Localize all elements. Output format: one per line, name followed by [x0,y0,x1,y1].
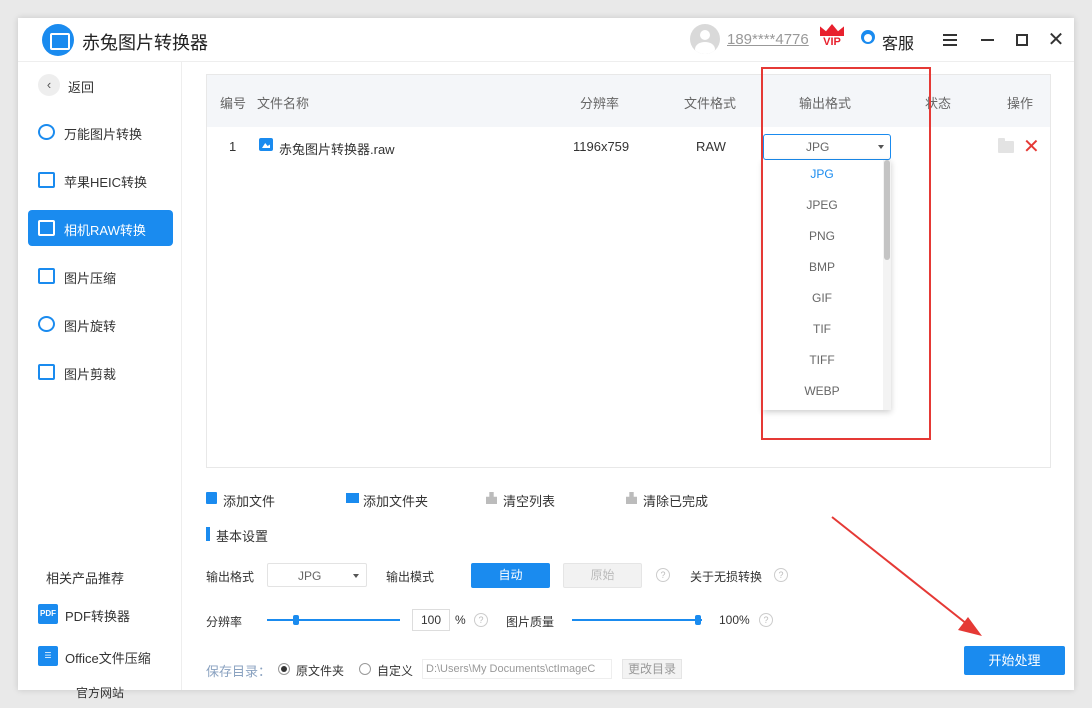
resolution-slider-thumb[interactable] [293,615,299,625]
sidebar-item-label: 图片旋转 [64,319,117,334]
col-format: 文件格式 [684,96,737,111]
customer-service-button[interactable]: 客服 [882,30,914,54]
compress-icon [38,268,55,284]
title-bar: 赤兔图片转换器 189****4776 VIP 客服 ✕ [18,18,1074,62]
sidebar-item-raw-convert[interactable]: 相机RAW转换 [28,210,173,246]
help-icon[interactable]: ? [759,613,773,627]
row-resolution: 1196x759 [573,139,630,154]
user-avatar[interactable] [690,24,720,54]
radio-original-label[interactable]: 原文件夹 [296,662,344,679]
broom-icon [486,492,497,504]
lossless-label[interactable]: 关于无损转换 [690,568,762,585]
resolution-input[interactable]: 100 [412,609,450,631]
related-item-label: Office文件压缩 [65,651,151,666]
app-title: 赤兔图片转换器 [82,33,208,53]
chevron-left-icon: ‹ [38,74,60,96]
official-site-link[interactable]: 官方网站 [76,684,124,701]
help-icon[interactable]: ? [656,568,670,582]
minimize-button[interactable] [976,28,1000,52]
save-path-input[interactable]: D:\Users\My Documents\ctImageC [422,659,612,679]
sidebar-item-compress[interactable]: 图片压缩 [28,258,173,294]
col-resolution: 分辨率 [580,96,620,111]
office-grid-icon: ☰ [38,646,58,666]
sidebar-item-label: 万能图片转换 [64,127,143,142]
app-logo-icon [42,24,74,56]
sidebar-item-label: 图片剪裁 [64,367,117,382]
mode-auto-button[interactable]: 自动 [471,563,550,588]
col-num: 编号 [220,96,247,111]
col-action: 操作 [1007,96,1034,111]
quality-slider-thumb[interactable] [695,615,701,625]
image-file-icon [259,138,273,151]
maximize-button[interactable] [1010,28,1034,52]
vip-badge[interactable]: VIP [818,24,846,50]
radio-custom[interactable] [359,663,371,675]
output-format-label: 输出格式 [206,570,255,584]
change-dir-button[interactable]: 更改目录 [622,659,682,679]
section-marker [206,527,210,541]
resolution-slider[interactable] [267,619,400,621]
row-filename: 赤兔图片转换器.raw [279,142,395,157]
heic-icon [38,172,55,188]
sidebar-item-label: 相机RAW转换 [64,223,146,238]
add-file-icon [206,492,217,504]
user-phone-link[interactable]: 189****4776 [727,31,809,48]
delete-icon[interactable]: ✕ [1023,134,1040,159]
sidebar-item-universal-convert[interactable]: 万能图片转换 [28,114,173,150]
row-format: RAW [696,139,726,154]
col-name: 文件名称 [257,96,310,111]
rotate-icon [38,316,55,332]
raw-icon [38,220,55,236]
hamburger-icon [943,34,957,36]
select-value: JPG [298,569,322,583]
minimize-icon [981,39,994,41]
sidebar-item-label: 图片压缩 [64,271,117,286]
mode-original-button[interactable]: 原始 [563,563,642,588]
output-mode-label: 输出模式 [386,570,435,584]
chevron-down-icon [353,574,359,578]
quality-slider[interactable] [572,619,702,621]
quality-value: 100% [719,613,750,627]
back-label: 返回 [68,80,95,95]
help-icon[interactable]: ? [774,568,788,582]
radio-custom-label[interactable]: 自定义 [377,662,413,679]
sidebar-item-rotate[interactable]: 图片旋转 [28,306,173,342]
help-icon[interactable]: ? [474,613,488,627]
output-format-select[interactable]: JPG [267,563,367,587]
customer-service-icon[interactable] [860,30,876,48]
sidebar: ‹ 返回 万能图片转换 苹果HEIC转换 相机RAW转换 图片压缩 图片旋转 图… [18,62,182,700]
tool-label: 清空列表 [503,494,556,509]
save-dir-label: 保存目录： [206,664,272,679]
related-item-label: PDF转换器 [65,609,131,624]
menu-button[interactable] [938,28,962,52]
quality-label: 图片质量 [506,615,555,629]
close-icon: ✕ [1047,29,1065,51]
app-window: 赤兔图片转换器 189****4776 VIP 客服 ✕ ‹ 返回 万能图片转换 [18,18,1074,700]
row-num: 1 [229,139,237,154]
convert-icon [38,124,55,140]
radio-original-folder[interactable] [278,663,290,675]
tool-label: 添加文件 [223,494,276,509]
tool-label: 清除已完成 [643,494,709,509]
sidebar-item-crop[interactable]: 图片剪裁 [28,354,173,390]
crop-icon [38,364,55,380]
resolution-unit: % [455,613,466,627]
highlight-frame [761,67,931,440]
related-products-title: 相关产品推荐 [46,571,125,586]
sidebar-item-heic-convert[interactable]: 苹果HEIC转换 [28,162,173,198]
tool-label: 添加文件夹 [363,494,429,509]
folder-icon [346,493,359,503]
vip-label: VIP [823,36,841,48]
broom-icon [626,492,637,504]
close-button[interactable]: ✕ [1044,28,1068,52]
open-folder-icon[interactable] [998,138,1014,153]
section-title: 基本设置 [216,529,269,544]
pdf-icon: PDF [38,604,58,624]
sidebar-item-label: 苹果HEIC转换 [64,175,148,190]
crown-icon [820,24,844,36]
start-process-button[interactable]: 开始处理 [964,646,1065,675]
maximize-icon [1016,34,1028,46]
resolution-label: 分辨率 [206,615,243,629]
